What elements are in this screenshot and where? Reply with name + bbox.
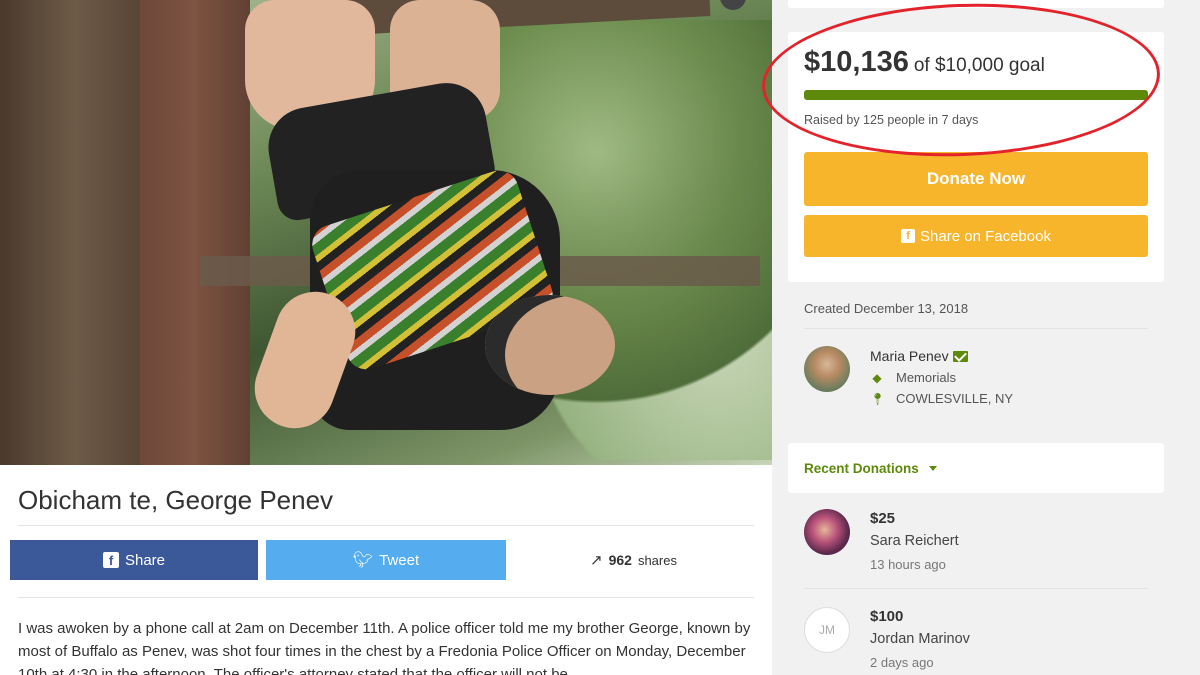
campaign-location: 📍︎ COWLESVILLE, NY [870,391,1013,406]
photo-tree-trunk-highlight [140,0,250,465]
organizer-name-row[interactable]: Maria Penev [870,348,968,364]
donor-name: Jordan Marinov [870,631,970,647]
campaign-hero-photo [0,0,772,465]
goal-text: of $10,000 goal [913,55,1045,76]
donation-divider [804,588,1148,589]
share-on-facebook-button[interactable]: f Share on Facebook [804,215,1148,257]
raised-by-text: Raised by 125 people in 7 days [804,113,979,127]
facebook-icon: f [901,229,916,243]
details-divider [804,328,1148,329]
story-divider [18,597,754,598]
donation-item: JM $100 Jordan Marinov 2 days ago [804,607,1148,675]
donation-amount: $25 [870,510,896,527]
donor-avatar [804,509,850,555]
donation-amount: $100 [870,608,904,625]
shares-count-value: 962 [608,552,632,568]
sidebar: $10,136 of $10,000 goal Raised by 125 pe… [772,0,1200,675]
recent-donations-title[interactable]: Recent Donations [804,461,919,476]
donor-avatar-initials: JM [804,607,850,653]
campaign-main: Obicham te, George Penev f Share 🐦︎ Twee… [0,0,772,675]
funding-progress-fill [804,90,1148,100]
amount-raised: $10,136 of $10,000 goal [804,46,1045,79]
caret-down-icon[interactable] [928,465,937,471]
envelope-check-icon[interactable] [952,350,968,362]
twitter-bird-icon: 🐦︎ [352,552,374,569]
shares-counter: ↗ 962 shares [590,540,677,580]
campaign-story: I was awoken by a phone call at 2am on D… [18,620,751,675]
organizer-avatar[interactable] [804,346,850,392]
map-pin-icon: 📍︎ [870,391,886,406]
donor-name: Sara Reichert [870,533,959,549]
location-label: COWLESVILLE, NY [896,391,1014,406]
campaign-title-block: Obicham te, George Penev [18,474,754,526]
favorite-heart-icon[interactable] [720,0,746,10]
facebook-share-label: Share [124,551,166,569]
tweet-label: Tweet [379,551,420,569]
campaign-title: Obicham te, George Penev [18,485,334,515]
tweet-button[interactable]: 🐦︎ Tweet [266,540,506,580]
campaign-category[interactable]: ◆ Memorials [870,370,956,385]
donation-summary-card: $10,136 of $10,000 goal Raised by 125 pe… [788,32,1164,282]
created-date: Created December 13, 2018 [804,301,969,316]
donate-now-button[interactable]: Donate Now [804,152,1148,206]
funding-progress-bar [804,90,1148,100]
organizer-info: Maria Penev ◆ Memorials 📍︎ COWLESVILLE, … [804,344,1148,414]
donation-time: 2 days ago [870,655,934,670]
facebook-icon: f [102,552,119,568]
facebook-share-button[interactable]: f Share [10,540,258,580]
trending-up-icon: ↗ [590,552,603,569]
share-on-facebook-label: Share on Facebook [920,227,1051,245]
share-bar: f Share 🐦︎ Tweet ↗ 962 shares [10,540,756,580]
category-label[interactable]: Memorials [896,370,956,385]
sidebar-top-edge [788,0,1164,8]
donation-item: $25 Sara Reichert 13 hours ago [804,509,1148,589]
tag-icon: ◆ [872,370,882,385]
recent-donations-header[interactable]: Recent Donations [788,443,1164,493]
organizer-name[interactable]: Maria Penev [870,348,949,364]
donation-time: 13 hours ago [870,557,946,572]
photo-person-head [485,295,615,395]
raised-amount: $10,136 [804,46,909,78]
shares-count-label: shares [637,552,677,568]
